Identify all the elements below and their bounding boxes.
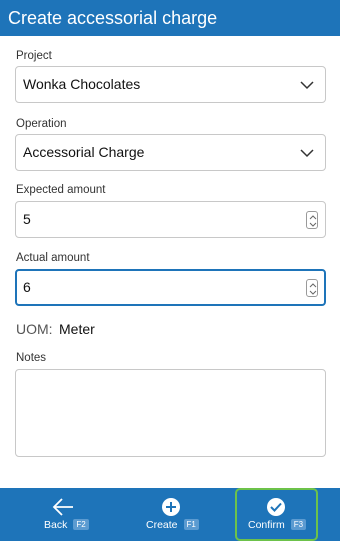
operation-label: Operation (16, 118, 67, 130)
uom-value: Meter (59, 321, 95, 337)
confirm-shortcut-key: F3 (290, 519, 307, 530)
create-shortcut-key: F1 (183, 519, 199, 530)
project-value: Wonka Chocolates (23, 76, 141, 92)
actual-amount-value: 6 (23, 279, 31, 295)
page-title: Create accessorial charge (8, 8, 218, 28)
notes-textarea[interactable] (15, 369, 326, 457)
expected-amount-label: Expected amount (16, 184, 106, 196)
arrow-left-icon (52, 498, 73, 516)
confirm-label-group: Confirm F3 (248, 519, 307, 531)
expected-amount-spinner[interactable] (306, 211, 318, 229)
title-bar: Create accessorial charge (0, 0, 340, 36)
bottom-action-bar: Back F2 Create F1 Confirm F3 (0, 488, 340, 541)
back-label: Back (44, 519, 68, 531)
uom-label: UOM: (16, 321, 53, 337)
back-button[interactable]: Back F2 (28, 488, 98, 541)
operation-value: Accessorial Charge (23, 144, 145, 160)
spinner-arrows-icon (309, 215, 317, 227)
chevron-down-icon (300, 81, 314, 90)
spinner-arrows-icon (309, 283, 317, 295)
confirm-button[interactable]: Confirm F3 (235, 488, 318, 541)
actual-amount-spinner[interactable] (306, 279, 318, 297)
back-label-group: Back F2 (44, 519, 89, 531)
create-label: Create (146, 519, 178, 531)
notes-label: Notes (16, 352, 47, 364)
create-button[interactable]: Create F1 (138, 488, 208, 541)
check-circle-icon (267, 498, 285, 516)
confirm-label: Confirm (248, 519, 285, 531)
actual-amount-input[interactable]: 6 (15, 269, 326, 306)
form-panel: Project Wonka Chocolates Operation Acces… (0, 36, 340, 488)
project-dropdown[interactable]: Wonka Chocolates (15, 66, 326, 103)
back-shortcut-key: F2 (73, 519, 89, 530)
project-label: Project (16, 50, 52, 62)
chevron-down-icon (300, 149, 314, 158)
expected-amount-input[interactable]: 5 (15, 201, 326, 238)
plus-circle-icon (162, 498, 180, 516)
operation-dropdown[interactable]: Accessorial Charge (15, 134, 326, 171)
actual-amount-label: Actual amount (16, 252, 90, 264)
create-label-group: Create F1 (146, 519, 199, 531)
expected-amount-value: 5 (23, 211, 31, 227)
